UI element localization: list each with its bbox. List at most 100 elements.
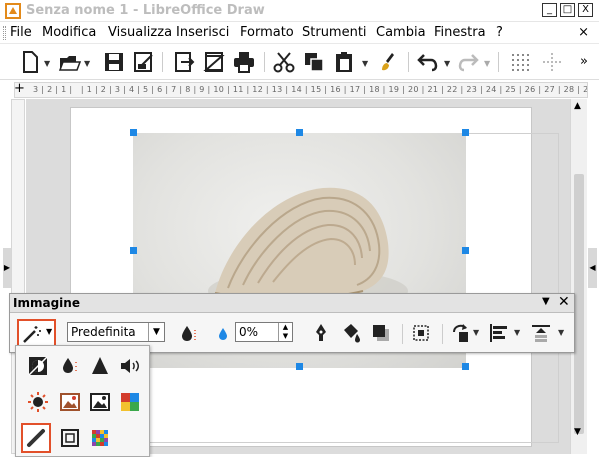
scroll-up-icon[interactable]: ▲ [574,101,581,111]
minimize-button[interactable]: _ [542,3,557,17]
menu-bar: File Modifica Visualizza Inserisci Forma… [0,22,599,44]
paste-icon[interactable] [332,50,356,74]
arrange-icon[interactable] [530,322,552,344]
shadow-icon[interactable] [370,322,392,344]
clone-formatting-icon[interactable] [378,50,402,74]
remove-noise-icon[interactable] [118,354,142,378]
redo-icon[interactable] [456,50,480,74]
sharpen-icon[interactable] [88,354,112,378]
magic-wand-icon [23,326,41,343]
chevron-down-icon[interactable]: ▼ [484,59,490,68]
chevron-down-icon[interactable]: ▼ [558,328,564,337]
close-button[interactable]: X [578,3,593,17]
menu-formato[interactable]: Formato [240,25,294,40]
save-icon[interactable] [102,50,126,74]
selection-handle[interactable] [296,129,303,136]
chevron-down-icon[interactable]: ▼ [362,59,368,68]
transparency-icon [219,328,227,340]
image-toolbar-title: Immagine [13,296,80,310]
print-icon[interactable] [232,50,256,74]
chevron-down-icon[interactable]: ▼ [44,59,50,68]
crop-icon[interactable] [410,322,432,344]
spinner-arrows[interactable]: ▲ ▼ [278,323,292,341]
grid-icon[interactable] [508,50,532,74]
save-as-icon[interactable] [132,50,156,74]
menu-finestra[interactable]: Finestra [434,25,486,40]
maximize-button[interactable]: □ [560,3,575,17]
export-pdf-icon[interactable] [202,50,226,74]
selection-handle[interactable] [462,363,469,370]
menu-modifica[interactable]: Modifica [42,25,96,40]
scrollbar-thumb[interactable] [574,174,584,434]
smooth-icon[interactable] [58,354,82,378]
standard-toolbar: ▼ ▼ ▼ ▼ ▼ » [0,44,599,80]
helplines-icon[interactable] [540,50,564,74]
menu-help[interactable]: ? [496,25,503,40]
relief-icon[interactable] [58,426,82,450]
ruler-scale: 3 | 2 | 1 | | 1 | 2 | 3 | 4 | 5 | 6 | 7 … [33,85,588,94]
chevron-down-icon[interactable]: ▼ [514,328,520,337]
transparency-value: 0% [239,325,259,339]
toolbar-separator [264,52,265,72]
toolbar-separator [498,52,499,72]
toolbar-options-icon[interactable]: ▼ [542,296,550,307]
solarization-icon[interactable] [26,390,50,414]
chevron-down-icon[interactable]: ▼ [46,327,52,336]
toolbar-separator [162,52,163,72]
charcoal-sketch-icon [27,429,45,447]
area-icon[interactable] [340,322,362,344]
selection-handle[interactable] [296,363,303,370]
charcoal-sketch-button[interactable] [21,423,51,453]
posterize-icon[interactable] [88,390,112,414]
selection-handle[interactable] [130,129,137,136]
chevron-down-icon[interactable]: ▼ [444,59,450,68]
pane-expand-icon[interactable]: ▶ [3,248,11,288]
mosaic-icon[interactable] [88,426,112,450]
menu-inserisci[interactable]: Inserisci [176,25,229,40]
vertical-scrollbar[interactable]: ▲ ▼ [570,99,587,454]
menu-file[interactable]: File [10,25,32,40]
ruler-origin-icon[interactable]: + [14,82,26,98]
image-toolbar-header[interactable]: Immagine ▼ ✕ [10,294,574,313]
sidebar-expand-icon[interactable]: ◀ [588,248,597,288]
selection-handle[interactable] [462,129,469,136]
pop-art-icon[interactable] [118,390,142,414]
scroll-down-icon[interactable]: ▼ [574,427,581,437]
undo-icon[interactable] [416,50,440,74]
menu-cambia[interactable]: Cambia [376,25,426,40]
close-icon[interactable]: ✕ [558,294,570,310]
horizontal-ruler: 3 | 2 | 1 | | 1 | 2 | 3 | 4 | 5 | 6 | 7 … [14,82,588,98]
rotate-icon[interactable] [450,322,472,344]
export-icon[interactable] [172,50,196,74]
chevron-down-icon[interactable]: ▼ [84,59,90,68]
color-icon[interactable] [178,322,200,344]
align-icon[interactable] [488,322,510,344]
chevron-down-icon[interactable]: ▼ [473,328,479,337]
graphics-mode-value: Predefinita [71,325,136,339]
toolbar-overflow-icon[interactable]: » [580,54,588,69]
filter-button[interactable]: ▼ [17,319,56,348]
toolbar-separator [408,52,409,72]
selection-handle[interactable] [462,247,469,254]
open-icon[interactable] [58,50,82,74]
cut-icon[interactable] [272,50,296,74]
copy-icon[interactable] [302,50,326,74]
window-title: Senza nome 1 - LibreOffice Draw [26,3,265,18]
aging-icon[interactable] [58,390,82,414]
draw-app-icon [5,3,21,19]
line-icon[interactable] [310,322,332,344]
toolbar-separator [442,324,443,344]
toolbar-separator [402,324,403,344]
selection-handle[interactable] [130,247,137,254]
menu-visualizza[interactable]: Visualizza [108,25,172,40]
menubar-grip[interactable] [3,26,6,40]
menu-strumenti[interactable]: Strumenti [302,25,367,40]
new-document-icon[interactable] [18,50,42,74]
image-toolbar: Immagine ▼ ✕ ▼ Predefinita ▼ 0% ▲ ▼ ▼ ▼ ▼ [9,293,575,353]
graphics-mode-select[interactable]: Predefinita ▼ [67,322,165,342]
close-document-icon[interactable]: × [578,25,589,40]
invert-icon[interactable] [26,354,50,378]
title-bar: Senza nome 1 - LibreOffice Draw _ □ X [0,0,599,22]
chevron-down-icon[interactable]: ▼ [148,323,164,341]
transparency-spinner[interactable]: 0% ▲ ▼ [235,322,293,342]
